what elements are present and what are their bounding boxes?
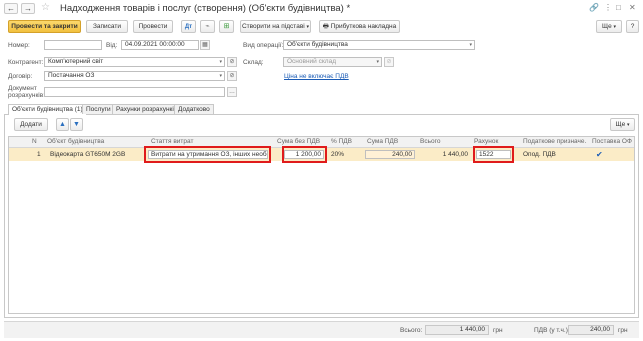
post-and-close-button[interactable]: Провести та закрити bbox=[8, 20, 81, 33]
operation-type-label: Вид операції: bbox=[243, 42, 284, 49]
date-field[interactable]: 04.09.2021 00:00:00 bbox=[121, 40, 199, 50]
settlement-doc-field[interactable] bbox=[44, 87, 225, 97]
open-link-icon[interactable]: ⊘ bbox=[227, 71, 237, 81]
cell-vat-rate[interactable]: 20% bbox=[331, 148, 344, 161]
more-label: Ще bbox=[601, 23, 612, 30]
highlight-account bbox=[473, 146, 514, 163]
total-currency: грн bbox=[493, 327, 503, 334]
create-based-on-label: Створити на підставі bbox=[241, 23, 305, 30]
operation-type-value: Об'єкти будівництва bbox=[287, 41, 348, 48]
select-ellipsis-button[interactable]: … bbox=[227, 87, 237, 97]
chevron-down-icon: ▾ bbox=[376, 59, 379, 65]
structure-icon[interactable]: ⊞ bbox=[219, 20, 234, 33]
warehouse-label: Склад: bbox=[243, 59, 264, 66]
more-button[interactable]: Ще ▾ bbox=[596, 20, 622, 33]
cell-tax-purpose[interactable]: Опод. ПДВ bbox=[523, 148, 556, 161]
grid-more-label: Ще bbox=[615, 121, 626, 128]
settlement-doc-label-line1: Документ bbox=[8, 85, 37, 92]
attachment-icon[interactable]: ⌁ bbox=[200, 20, 215, 33]
post-button[interactable]: Провести bbox=[133, 20, 173, 33]
total-value: 1 440,00 bbox=[425, 325, 489, 335]
counterparty-label: Контрагент: bbox=[8, 59, 44, 66]
calendar-icon[interactable]: ▦ bbox=[200, 40, 210, 50]
vat-total-value: 240,00 bbox=[568, 325, 614, 335]
counterparty-field[interactable]: Комп'ютерний світ ▾ bbox=[44, 57, 225, 67]
cell-vat-amount[interactable]: 240,00 bbox=[365, 150, 415, 159]
settlement-doc-label-line2: розрахунків: bbox=[8, 92, 46, 99]
arrow-up-icon[interactable]: ▲ bbox=[56, 118, 69, 131]
tab-additional[interactable]: Додатково bbox=[174, 104, 214, 114]
column-header-n[interactable]: N bbox=[32, 136, 37, 148]
chevron-down-icon: ▾ bbox=[306, 24, 310, 30]
chevron-down-icon: ▾ bbox=[219, 59, 222, 65]
help-button[interactable]: ? bbox=[626, 20, 639, 33]
vat-total-label: ПДВ (у т.ч.): bbox=[534, 327, 570, 334]
forward-button[interactable]: → bbox=[21, 3, 35, 14]
warehouse-field[interactable]: Основний склад ▾ bbox=[283, 57, 382, 67]
cell-object[interactable]: Відеокарта GT650M 2GB bbox=[50, 148, 145, 161]
favorite-star-icon[interactable]: ☆ bbox=[41, 2, 50, 13]
column-header-vat-amount[interactable]: Сума ПДВ bbox=[367, 136, 411, 148]
link-icon[interactable]: 🔗 bbox=[589, 3, 599, 12]
receipt-invoice-button[interactable]: 🖶 Прибуткова накладна bbox=[319, 20, 400, 33]
column-header-delivery[interactable]: Поставка ОФ bbox=[592, 136, 632, 148]
operation-type-select[interactable]: Об'єкти будівництва ▾ bbox=[283, 40, 475, 50]
chevron-down-icon: ▾ bbox=[613, 24, 617, 30]
create-based-on-button[interactable]: Створити на підставі ▾ bbox=[240, 20, 311, 33]
highlight-expense bbox=[144, 146, 271, 163]
tab-services[interactable]: Послуги bbox=[82, 104, 115, 114]
tab-construction-objects[interactable]: Об'єкти будівництва (1) bbox=[8, 104, 87, 115]
date-label: Від: bbox=[106, 42, 118, 49]
column-header-vat-rate[interactable]: % ПДВ bbox=[331, 136, 361, 148]
maximize-icon[interactable]: □ bbox=[616, 3, 621, 12]
contract-value: Постачання ОЗ bbox=[48, 72, 95, 79]
open-link-icon[interactable]: ⊘ bbox=[384, 57, 394, 67]
contract-label: Договір: bbox=[8, 73, 33, 80]
highlight-amount bbox=[282, 146, 327, 163]
contract-field[interactable]: Постачання ОЗ ▾ bbox=[44, 71, 225, 81]
print-icon: 🖶 bbox=[322, 23, 329, 30]
tab-settlement-accounts[interactable]: Рахунки розрахунків bbox=[112, 104, 182, 114]
chevron-down-icon: ▾ bbox=[219, 73, 222, 79]
open-link-icon[interactable]: ⊘ bbox=[227, 57, 237, 67]
vat-mode-link[interactable]: Ціна не включає ПДВ bbox=[284, 73, 349, 80]
arrow-down-icon[interactable]: ▼ bbox=[70, 118, 83, 131]
close-icon[interactable]: ✕ bbox=[629, 3, 636, 12]
title-bar: ← → ☆ Надходження товарів і послуг (ство… bbox=[0, 0, 643, 17]
column-header-object[interactable]: Об'єкт будівництва bbox=[47, 136, 142, 148]
receipt-invoice-label: Прибуткова накладна bbox=[330, 23, 397, 30]
menu-icon[interactable]: ⋮ bbox=[604, 3, 612, 12]
vat-total-currency: грн bbox=[618, 327, 628, 334]
cell-total: 1 440,00 bbox=[442, 151, 468, 158]
number-field[interactable] bbox=[44, 40, 102, 50]
column-header-total[interactable]: Всього bbox=[420, 136, 468, 148]
counterparty-value: Комп'ютерний світ bbox=[48, 58, 104, 65]
total-label: Всього: bbox=[400, 327, 423, 334]
grid-more-button[interactable]: Ще ▾ bbox=[610, 118, 635, 131]
check-icon[interactable]: ✔ bbox=[596, 148, 603, 161]
cell-n: 1 bbox=[37, 151, 41, 158]
chevron-down-icon: ▾ bbox=[627, 122, 630, 128]
number-label: Номер: bbox=[8, 42, 30, 49]
back-button[interactable]: ← bbox=[4, 3, 18, 14]
chevron-down-icon: ▾ bbox=[469, 42, 472, 48]
save-button[interactable]: Записати bbox=[86, 20, 128, 33]
warehouse-value: Основний склад bbox=[287, 58, 336, 65]
dt-kt-icon[interactable]: Дт bbox=[181, 20, 196, 33]
window-title: Надходження товарів і послуг (створення)… bbox=[60, 3, 351, 14]
add-row-button[interactable]: Додати bbox=[14, 118, 48, 131]
column-header-tax-purpose[interactable]: Податкове призначе... bbox=[523, 136, 587, 148]
